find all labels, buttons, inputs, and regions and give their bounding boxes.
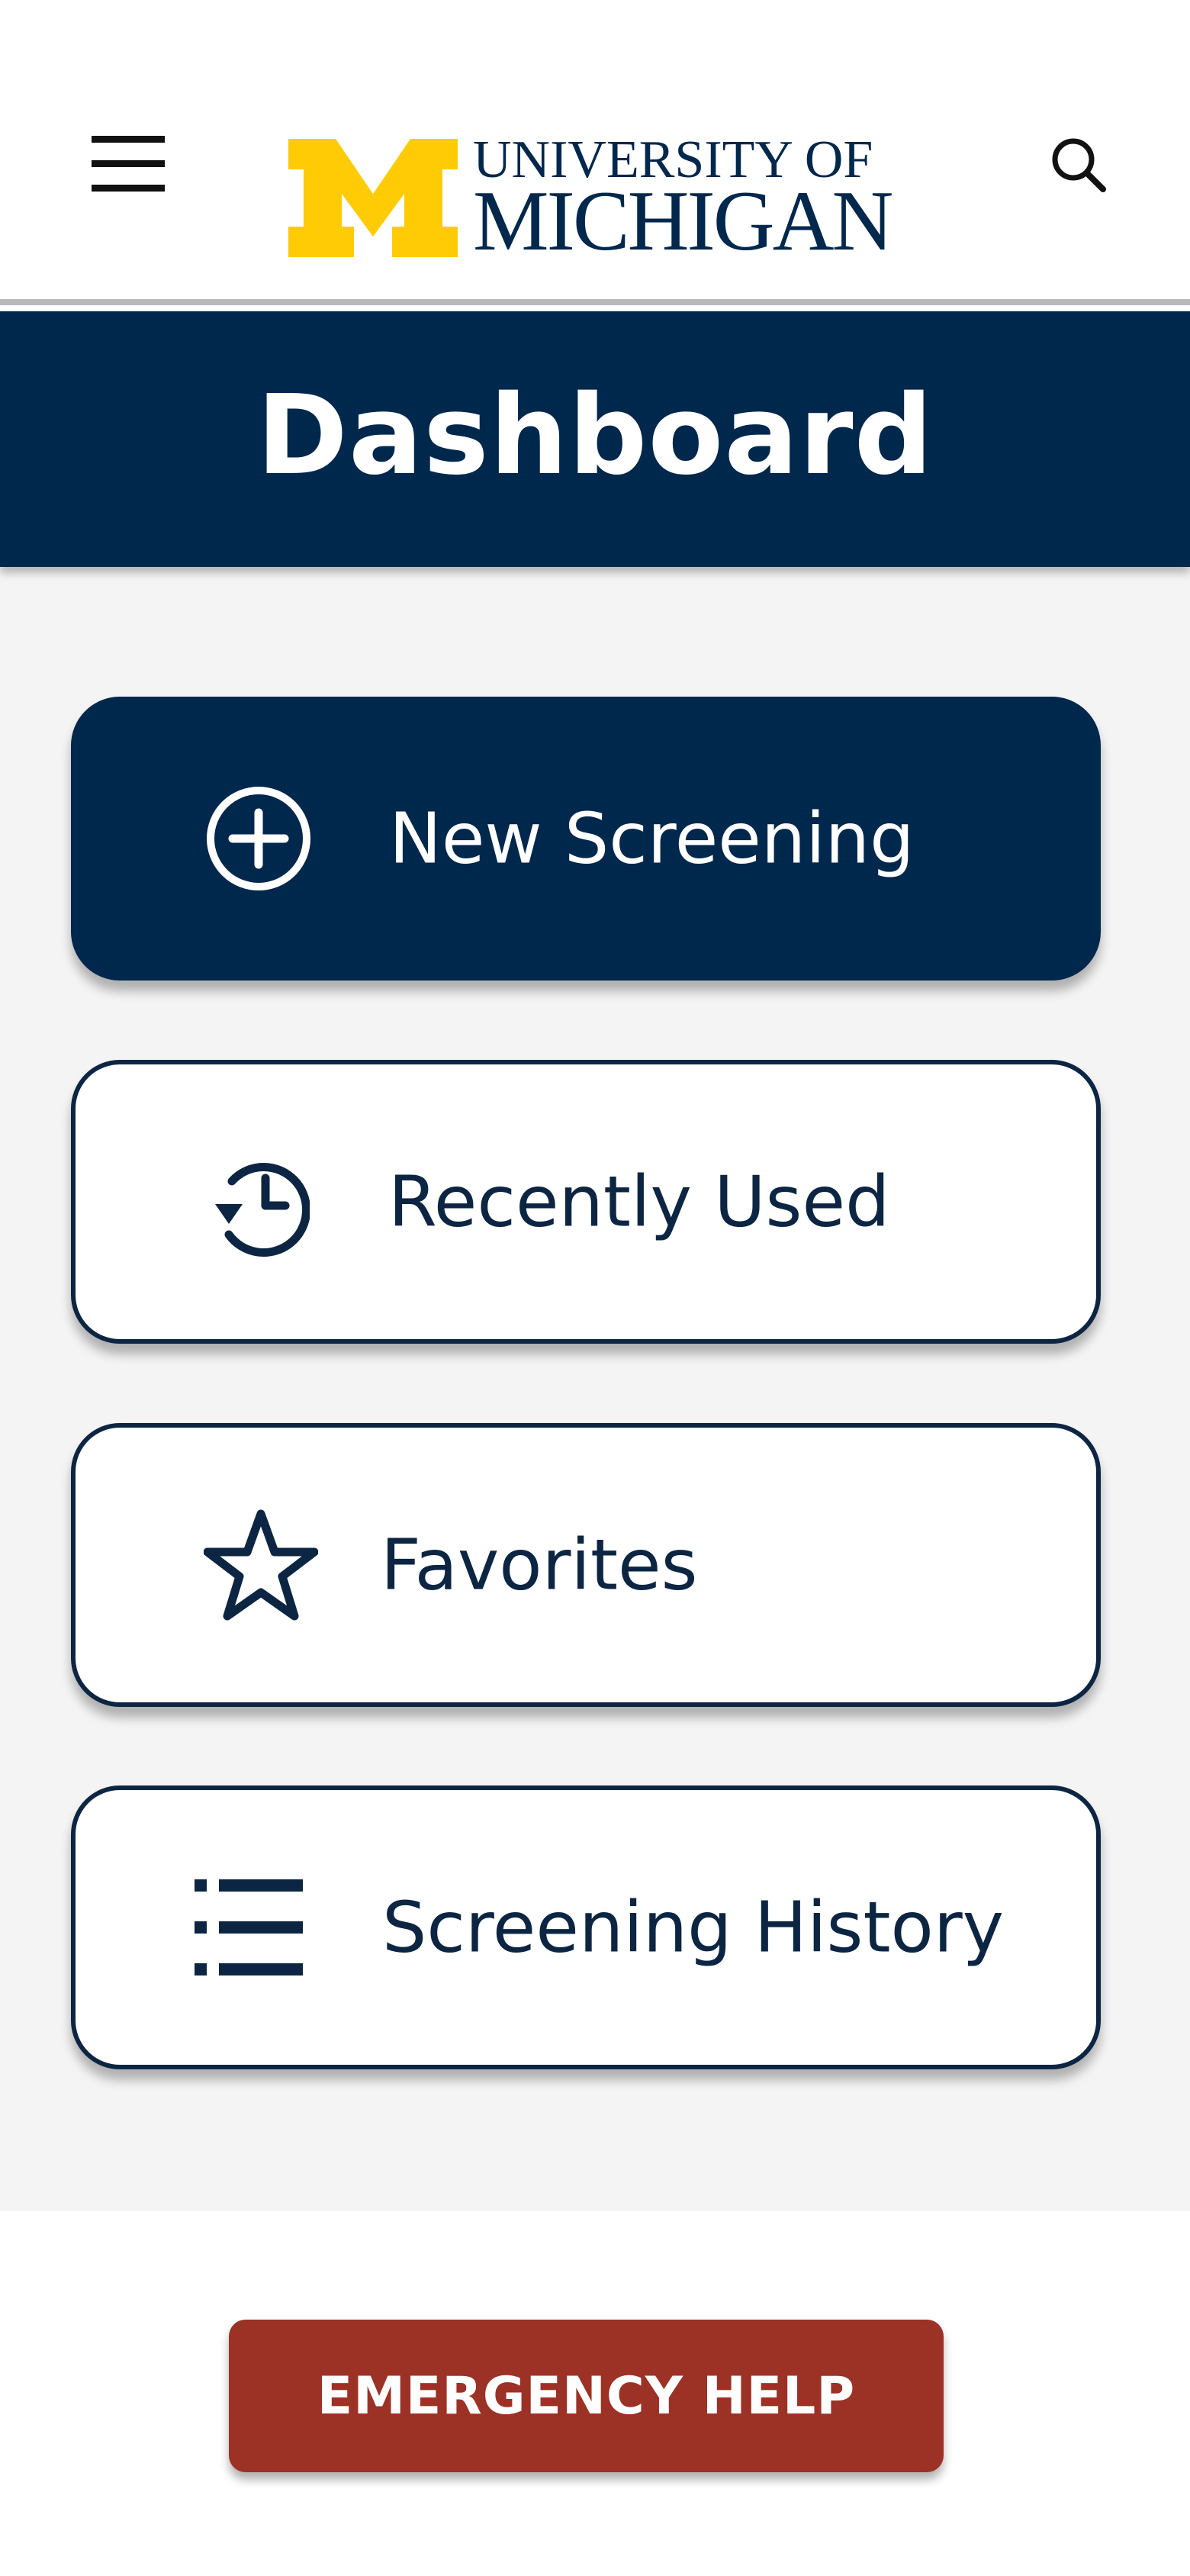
favorites-button[interactable]: Favorites [71, 1423, 1101, 1707]
title-banner: Dashboard [0, 311, 1190, 567]
dashboard-menu: New Screening Recently Used Favorites Sc… [0, 567, 1190, 2211]
search-icon [1052, 138, 1106, 192]
university-logo[interactable]: UNIVERSITY OF MICHIGAN [288, 130, 906, 269]
screening-history-button[interactable]: Screening History [71, 1785, 1101, 2069]
hamburger-menu-icon [91, 136, 165, 192]
menu-button[interactable] [76, 122, 179, 206]
new-screening-button[interactable]: New Screening [71, 697, 1101, 980]
history-icon [203, 1145, 310, 1259]
block-m-logo-icon [288, 139, 458, 257]
logo-text-michigan: MICHIGAN [473, 174, 893, 269]
page-title: Dashboard [256, 370, 934, 499]
footer: EMERGENCY HELP [0, 2211, 1190, 2576]
app-header: UNIVERSITY OF MICHIGAN [0, 0, 1190, 305]
recently-used-label: Recently Used [388, 1161, 890, 1243]
plus-circle-icon [205, 785, 312, 892]
new-screening-label: New Screening [389, 797, 915, 880]
star-icon [204, 1508, 318, 1622]
recently-used-button[interactable]: Recently Used [71, 1060, 1101, 1344]
screening-history-label: Screening History [382, 1886, 1005, 1969]
list-icon [195, 1879, 303, 1975]
emergency-help-button[interactable]: EMERGENCY HELP [229, 2320, 944, 2472]
favorites-label: Favorites [381, 1524, 698, 1606]
emergency-help-label: EMERGENCY HELP [317, 2365, 856, 2426]
search-button[interactable] [1026, 118, 1129, 210]
